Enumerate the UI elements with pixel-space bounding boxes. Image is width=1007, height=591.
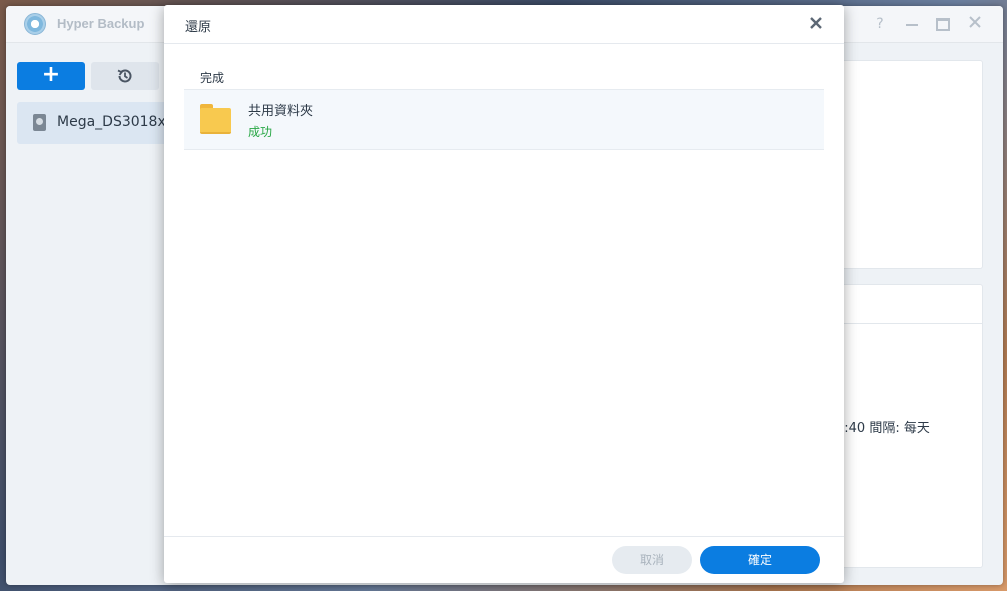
status-panel	[836, 60, 983, 269]
history-button[interactable]	[91, 62, 159, 90]
schedule-text: 2:40 間隔: 每天	[836, 421, 930, 436]
window-close-button[interactable]	[966, 15, 984, 33]
history-icon	[117, 69, 132, 83]
close-icon	[969, 16, 981, 28]
cancel-button[interactable]: 取消	[612, 546, 692, 574]
list-item: 共用資料夾 成功	[184, 89, 824, 150]
maximize-icon	[936, 18, 950, 31]
task-label: Mega_DS3018x	[57, 114, 166, 130]
restore-dialog: 還原 完成 共用資料夾 成功 取消 確定	[164, 5, 844, 583]
dialog-close-button[interactable]	[806, 13, 826, 33]
folder-name: 共用資料夾	[248, 104, 314, 119]
nas-icon	[33, 114, 46, 131]
close-icon	[810, 17, 822, 29]
dialog-divider	[164, 43, 844, 44]
add-task-button[interactable]: +	[17, 62, 85, 90]
minimize-icon	[906, 24, 918, 26]
minimize-button[interactable]	[903, 15, 921, 33]
status-text: 成功	[248, 125, 273, 139]
help-button[interactable]: ?	[871, 15, 889, 33]
section-label: 完成	[200, 71, 225, 85]
app-title: Hyper Backup	[57, 16, 145, 31]
maximize-button[interactable]	[934, 15, 952, 33]
info-panel: 2:40 間隔: 每天	[836, 284, 983, 568]
panel-divider	[836, 323, 982, 324]
footer-divider	[164, 536, 844, 537]
ok-button[interactable]: 確定	[700, 546, 820, 574]
app-logo-icon	[24, 13, 46, 35]
task-item[interactable]: Mega_DS3018x	[17, 102, 187, 144]
dialog-title: 還原	[185, 20, 212, 35]
folder-icon	[200, 104, 231, 134]
